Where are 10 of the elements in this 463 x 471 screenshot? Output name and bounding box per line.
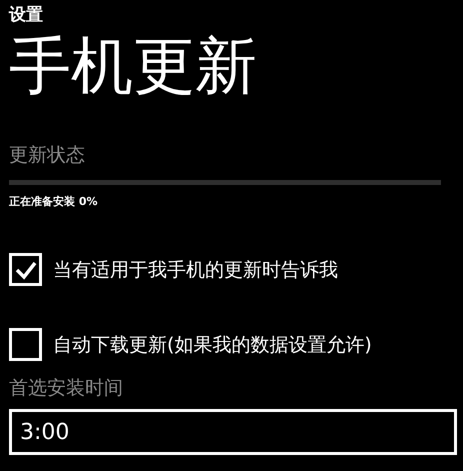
checkbox-label[interactable]: 当有适用于我手机的更新时告诉我 (53, 256, 338, 282)
time-field[interactable]: 3:00 (9, 409, 457, 455)
status-label: 更新状态 (9, 143, 86, 168)
checkbox[interactable] (9, 328, 42, 361)
field-label: 首选安装时间 (9, 376, 124, 401)
status-message: 正在准备安装 0% (9, 195, 98, 209)
checkbox-label[interactable]: 自动下载更新(如果我的数据设置允许) (53, 332, 372, 358)
page-title: 手机更新 (9, 28, 258, 104)
checkbox[interactable] (9, 253, 42, 286)
app-title: 设置 (9, 4, 44, 26)
